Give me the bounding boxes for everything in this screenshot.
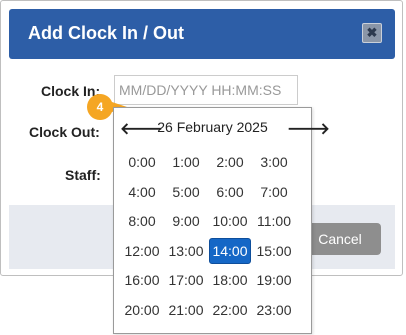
time-option[interactable]: 1:00	[164, 149, 208, 175]
time-option[interactable]: 11:00	[252, 208, 296, 234]
time-option[interactable]: 0:00	[120, 149, 164, 175]
clock-in-input[interactable]	[114, 75, 298, 105]
time-option[interactable]: 9:00	[164, 208, 208, 234]
dialog-header: Add Clock In / Out ✖	[9, 9, 395, 59]
callout-number: 4	[96, 100, 104, 114]
staff-label: Staff:	[65, 167, 101, 183]
time-option[interactable]: 22:00	[208, 297, 252, 323]
time-option[interactable]: 15:00	[252, 238, 296, 264]
time-option[interactable]: 14:00	[209, 237, 251, 264]
time-option[interactable]: 23:00	[252, 297, 296, 323]
time-option[interactable]: 19:00	[252, 267, 296, 293]
time-option[interactable]: 4:00	[120, 179, 164, 205]
time-option[interactable]: 21:00	[164, 297, 208, 323]
close-button[interactable]: ✖	[362, 23, 382, 43]
time-option[interactable]: 5:00	[164, 179, 208, 205]
time-option[interactable]: 18:00	[208, 267, 252, 293]
time-picker: 🡐 26 February 2025 🡒 0:00 1:00 2:00 3:00 4:0…	[113, 107, 330, 334]
next-day-button[interactable]: 🡒	[287, 118, 330, 139]
time-option[interactable]: 3:00	[252, 149, 296, 175]
clock-out-label: Clock Out:	[29, 124, 100, 140]
close-icon: ✖	[366, 25, 378, 40]
time-option[interactable]: 8:00	[120, 208, 164, 234]
arrow-right-icon: 🡒	[287, 121, 330, 138]
picker-date-label: 26 February 2025	[157, 119, 268, 135]
time-option[interactable]: 12:00	[120, 238, 164, 264]
time-option[interactable]: 20:00	[120, 297, 164, 323]
time-grid: 0:00 1:00 2:00 3:00 4:00 5:00 6:00 7:00 8:00 9:00…	[120, 147, 305, 324]
time-option[interactable]: 7:00	[252, 179, 296, 205]
dialog-title: Add Clock In / Out	[28, 23, 184, 43]
time-option[interactable]: 16:00	[120, 267, 164, 293]
time-option[interactable]: 17:00	[164, 267, 208, 293]
time-option[interactable]: 6:00	[208, 179, 252, 205]
time-option[interactable]: 2:00	[208, 149, 252, 175]
time-option[interactable]: 10:00	[208, 208, 252, 234]
time-option[interactable]: 13:00	[164, 238, 208, 264]
